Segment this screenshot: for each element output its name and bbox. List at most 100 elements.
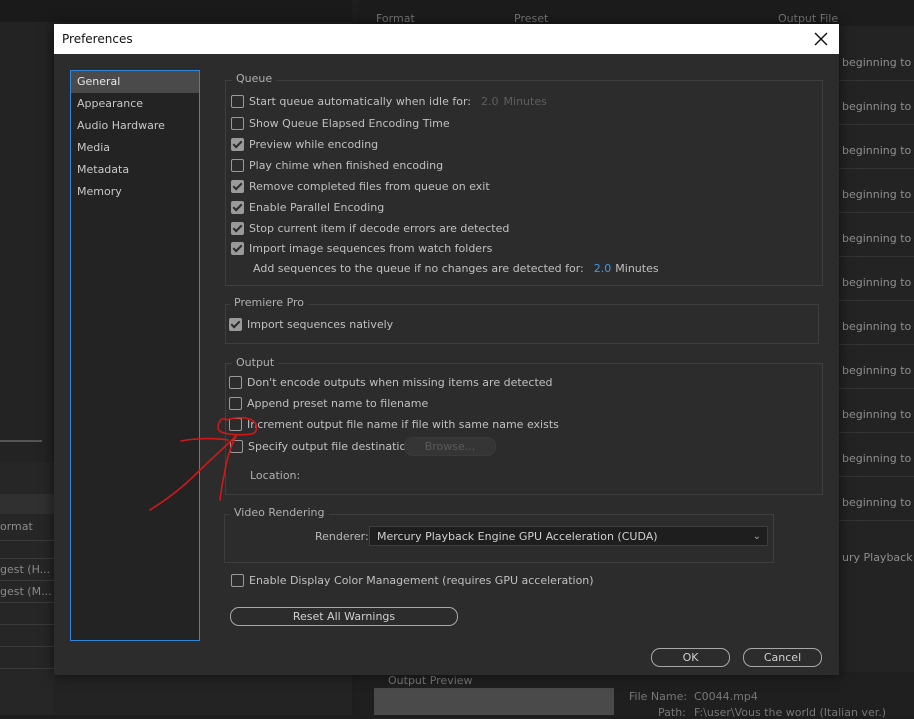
start-queue-checkbox[interactable] [231, 95, 244, 108]
row-divider [0, 646, 54, 647]
path-value: F:\user\Vous the world (Italian ver.) [694, 706, 887, 719]
add-sequences-value[interactable]: 2.0 [594, 262, 612, 275]
row-divider [839, 80, 914, 81]
close-icon[interactable] [809, 27, 833, 51]
parallel-encoding-label: Enable Parallel Encoding [249, 201, 385, 214]
show-elapsed-label: Show Queue Elapsed Encoding Time [249, 117, 450, 130]
stop-on-errors-label: Stop current item if decode errors are d… [249, 222, 510, 235]
dont-encode-checkbox[interactable] [229, 376, 242, 389]
increment-filename-option[interactable]: Increment output file name if file with … [229, 418, 559, 431]
preview-encoding-option[interactable]: Preview while encoding [231, 138, 378, 151]
queue-column-header: Format Preset Output File [358, 0, 914, 26]
start-queue-option[interactable]: Start queue automatically when idle for:… [231, 95, 547, 108]
append-preset-checkbox[interactable] [229, 397, 242, 410]
cancel-button[interactable]: Cancel [743, 648, 822, 667]
preview-thumbnail [374, 688, 614, 715]
row-divider [839, 388, 914, 389]
queue-row-text: beginning to z [842, 364, 914, 377]
preset-row-text: gest (H... [0, 563, 51, 576]
sidebar-item-general[interactable]: General [71, 71, 199, 93]
remove-completed-checkbox[interactable] [231, 180, 244, 193]
sidebar-item-audio-hardware[interactable]: Audio Hardware [71, 115, 199, 137]
left-top-strip [0, 0, 352, 22]
import-sequences-label: Import image sequences from watch folder… [249, 242, 493, 255]
specify-destination-checkbox[interactable] [230, 440, 243, 453]
preview-encoding-label: Preview while encoding [249, 138, 379, 151]
row-divider [839, 520, 914, 521]
dialog-title: Preferences [62, 32, 133, 46]
path-label: Path: [658, 706, 686, 719]
remove-completed-label: Remove completed files from queue on exi… [249, 180, 490, 193]
queue-row-text: beginning to z [842, 100, 914, 113]
import-sequences-option[interactable]: Import image sequences from watch folder… [231, 242, 492, 255]
remove-completed-option[interactable]: Remove completed files from queue on exi… [231, 180, 490, 193]
row-divider [839, 212, 914, 213]
sidebar-item-memory[interactable]: Memory [71, 181, 199, 203]
row-divider [839, 344, 914, 345]
column-header-format: ormat [0, 520, 33, 533]
specify-destination-label: Specify output file destination: [248, 440, 417, 453]
increment-filename-label: Increment output file name if file with … [247, 418, 559, 431]
color-management-checkbox[interactable] [231, 574, 244, 587]
color-management-label: Enable Display Color Management (require… [249, 574, 594, 587]
preset-row-text: gest (M... [0, 585, 52, 598]
output-group-label: Output [232, 356, 279, 369]
location-label: Location: [250, 469, 301, 482]
queue-row-text: beginning to z [842, 320, 914, 333]
color-management-option[interactable]: Enable Display Color Management (require… [231, 574, 594, 587]
stop-on-errors-checkbox[interactable] [231, 222, 244, 235]
dont-encode-label: Don't encode outputs when missing items … [247, 376, 553, 389]
row-divider [0, 580, 54, 581]
queue-row-text: beginning to z [842, 232, 914, 245]
sidebar-item-media[interactable]: Media [71, 137, 199, 159]
file-name-label: File Name: [629, 690, 688, 703]
increment-filename-checkbox[interactable] [229, 418, 242, 431]
ok-button[interactable]: OK [651, 648, 730, 667]
row-divider [839, 300, 914, 301]
row-divider [839, 256, 914, 257]
parallel-encoding-option[interactable]: Enable Parallel Encoding [231, 201, 384, 214]
row-divider [0, 668, 54, 669]
queue-header-fragment [0, 494, 54, 514]
row-divider [0, 558, 54, 559]
preview-encoding-checkbox[interactable] [231, 138, 244, 151]
premiere-group-label: Premiere Pro [230, 296, 309, 309]
queue-row-text: beginning to z [842, 188, 914, 201]
parallel-encoding-checkbox[interactable] [231, 201, 244, 214]
row-divider [0, 602, 54, 603]
browse-button[interactable]: Browse... [404, 437, 496, 456]
sidebar-item-appearance[interactable]: Appearance [71, 93, 199, 115]
preferences-sidebar: General Appearance Audio Hardware Media … [70, 70, 200, 641]
chevron-down-icon: ⌄ [752, 531, 761, 542]
dialog-titlebar: Preferences [54, 24, 839, 54]
renderer-select[interactable]: Mercury Playback Engine GPU Acceleration… [369, 526, 768, 546]
row-divider [839, 432, 914, 433]
renderer-label: Renderer: [315, 530, 369, 543]
preferences-dialog: Preferences General Appearance Audio Har… [54, 24, 839, 675]
renderer-select-value: Mercury Playback Engine GPU Acceleration… [377, 530, 658, 543]
queue-row-text: beginning to z [842, 496, 914, 509]
dont-encode-option[interactable]: Don't encode outputs when missing items … [229, 376, 553, 389]
import-sequences-checkbox[interactable] [231, 242, 244, 255]
play-chime-option[interactable]: Play chime when finished encoding [231, 159, 443, 172]
play-chime-checkbox[interactable] [231, 159, 244, 172]
row-divider [0, 540, 54, 541]
stop-on-errors-option[interactable]: Stop current item if decode errors are d… [231, 222, 509, 235]
show-elapsed-option[interactable]: Show Queue Elapsed Encoding Time [231, 117, 450, 130]
queue-row-text: beginning to z [842, 56, 914, 69]
append-preset-label: Append preset name to filename [247, 397, 429, 410]
show-elapsed-checkbox[interactable] [231, 117, 244, 130]
append-preset-option[interactable]: Append preset name to filename [229, 397, 428, 410]
add-sequences-row: Add sequences to the queue if no changes… [253, 262, 659, 275]
reset-warnings-button[interactable]: Reset All Warnings [230, 607, 458, 626]
queue-row-text: beginning to z [842, 276, 914, 289]
start-queue-label: Start queue automatically when idle for: [249, 95, 472, 108]
import-natively-option[interactable]: Import sequences natively [229, 318, 393, 331]
file-name-value: C0044.mp4 [694, 690, 758, 703]
start-queue-idle-value[interactable]: 2.0 [481, 95, 499, 108]
import-natively-checkbox[interactable] [229, 318, 242, 331]
queue-group-label: Queue [232, 72, 277, 85]
panel-divider [0, 440, 42, 442]
specify-destination-option[interactable]: Specify output file destination: [230, 440, 417, 453]
sidebar-item-metadata[interactable]: Metadata [71, 159, 199, 181]
